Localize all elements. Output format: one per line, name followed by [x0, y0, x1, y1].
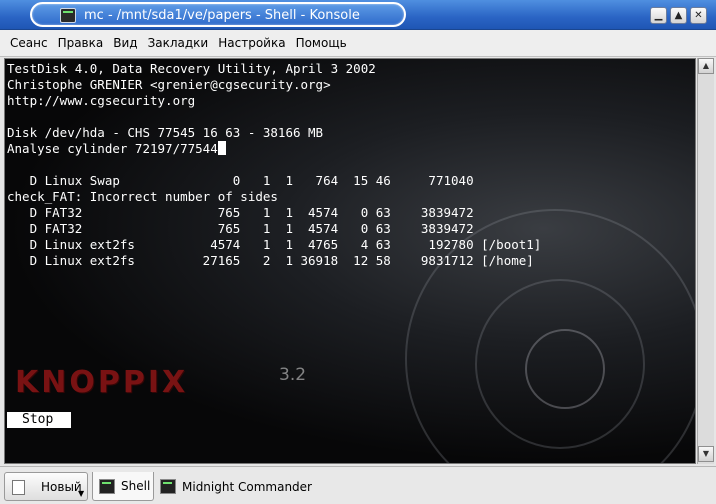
scroll-up-icon[interactable]: ▲ — [698, 58, 714, 74]
terminal-line: TestDisk 4.0, Data Recovery Utility, Apr… — [7, 61, 376, 76]
menu-settings[interactable]: Настройка — [213, 36, 290, 50]
new-session-label: Новый — [41, 480, 82, 494]
terminal-cursor — [217, 141, 226, 155]
partition-row: D Linux Swap 0 1 1 764 15 46 771040 — [7, 173, 474, 188]
partition-row: D FAT32 765 1 1 4574 0 63 3839472 — [7, 205, 474, 220]
terminal-line-progress: Analyse cylinder 72197/77544 — [7, 141, 226, 157]
partition-row: D Linux ext2fs 27165 2 1 36918 12 58 983… — [7, 253, 534, 268]
menu-view[interactable]: Вид — [108, 36, 142, 50]
terminal-area[interactable]: KNOPPIX 3.2 TestDisk 4.0, Data Recovery … — [4, 58, 696, 464]
terminal-line: Christophe GRENIER <grenier@cgsecurity.o… — [7, 77, 331, 92]
partition-row: D FAT32 765 1 1 4574 0 63 3839472 — [7, 221, 474, 236]
menu-session[interactable]: Сеанс — [5, 36, 53, 50]
maximize-button[interactable]: ▲ — [670, 7, 687, 24]
chevron-down-icon[interactable]: ▼ — [78, 489, 84, 498]
stop-button[interactable]: Stop — [7, 412, 71, 428]
menu-edit[interactable]: Правка — [53, 36, 109, 50]
minimize-button[interactable]: ▁ — [650, 7, 667, 24]
knoppix-version: 3.2 — [279, 365, 307, 385]
terminal-line: http://www.cgsecurity.org — [7, 93, 196, 108]
window-title: mc - /mnt/sda1/ve/papers - Shell - Konso… — [84, 8, 360, 23]
new-document-icon — [12, 480, 25, 495]
terminal-line: check_FAT: Incorrect number of sides — [7, 189, 278, 204]
scroll-down-icon[interactable]: ▼ — [698, 446, 714, 462]
terminal-scrollbar[interactable]: ▲ ▼ — [697, 58, 714, 464]
menu-help[interactable]: Помощь — [291, 36, 352, 50]
new-session-button[interactable]: Новый ▼ — [4, 472, 88, 501]
tab-shell[interactable]: Shell — [92, 472, 154, 501]
partition-row: D Linux ext2fs 4574 1 1 4765 4 63 192780… — [7, 237, 542, 252]
menu-bar: Сеанс Правка Вид Закладки Настройка Помо… — [0, 30, 716, 57]
session-tab-bar: Новый ▼ Shell Midnight Commander — [0, 466, 716, 504]
menu-bookmarks[interactable]: Закладки — [143, 36, 214, 50]
terminal-line: Disk /dev/hda - CHS 77545 16 63 - 38166 … — [7, 125, 324, 140]
terminal-icon — [160, 479, 176, 494]
progress-text: Analyse cylinder 72197/77544 — [7, 141, 218, 156]
konsole-icon[interactable] — [60, 8, 76, 23]
title-bar: mc - /mnt/sda1/ve/papers - Shell - Konso… — [0, 0, 716, 30]
tab-label: Midnight Commander — [182, 479, 312, 494]
knoppix-logo: KNOPPIX — [15, 365, 189, 400]
tab-label: Shell — [121, 479, 151, 493]
background-ring — [525, 329, 605, 409]
window-title-pill[interactable]: mc - /mnt/sda1/ve/papers - Shell - Konso… — [30, 2, 406, 27]
close-button[interactable]: ✕ — [690, 7, 707, 24]
tab-midnight-commander[interactable]: Midnight Commander — [154, 472, 324, 501]
terminal-icon — [99, 478, 115, 494]
